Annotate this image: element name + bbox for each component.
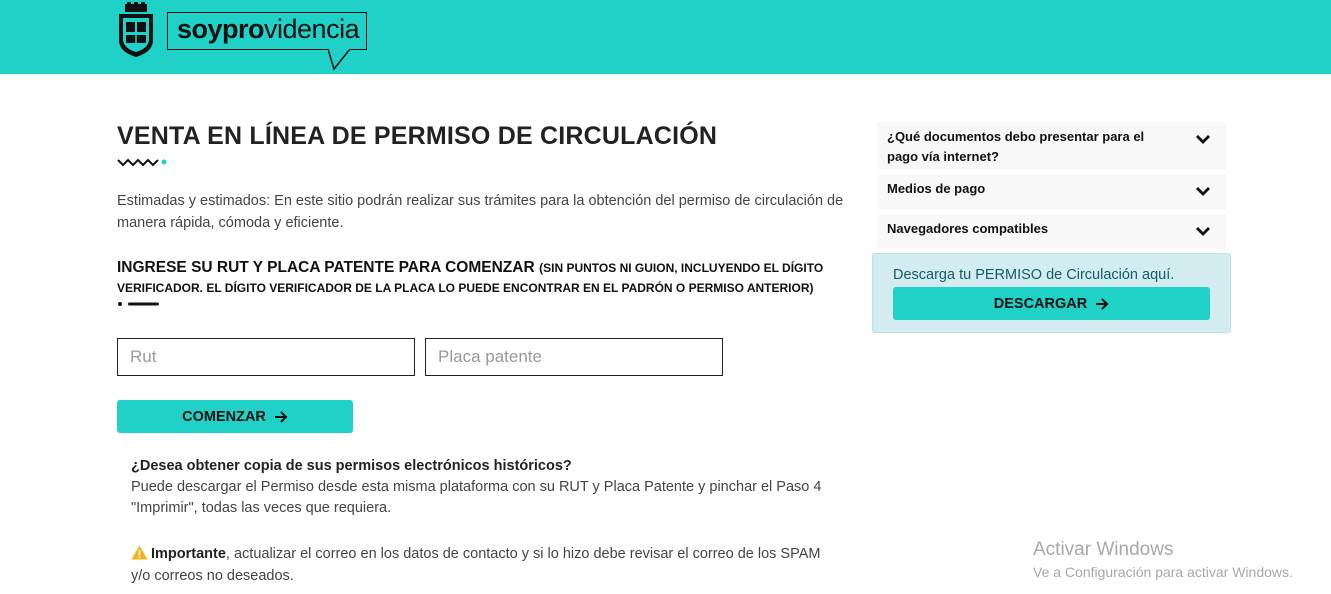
descargar-button[interactable]: DESCARGAR (893, 287, 1210, 320)
title-wave-decoration (117, 158, 167, 167)
history-text: Puede descargar el Permiso desde esta mi… (131, 479, 822, 516)
page-title: VENTA EN LÍNEA DE PERMISO DE CIRCULACIÓN (117, 122, 718, 150)
arrow-right-icon (1096, 297, 1109, 310)
chevron-down-icon[interactable] (1195, 133, 1211, 145)
accordion-label: Navegadores compatibles (887, 221, 1049, 236)
warning-text: , actualizar el correo en los datos de c… (131, 546, 821, 584)
intro-text: Estimadas y estimados: En este sitio pod… (117, 193, 844, 231)
accordion-documentos[interactable]: ¿Qué documentos debo presentar para el p… (877, 122, 1226, 170)
section-title: INGRESE SU RUT Y PLACA PATENTE PARA COME… (117, 258, 847, 298)
comenzar-button-label: COMENZAR (182, 408, 266, 425)
logo-speech-tail (328, 49, 351, 71)
accordion-label: ¿Qué documentos debo presentar para el p… (887, 129, 1145, 164)
warning-icon (131, 545, 148, 560)
logo-text[interactable]: soyprovidencia (177, 14, 360, 45)
accordion-label: Medios de pago (887, 181, 986, 196)
download-panel: Descarga tu PERMISO de Circulación aquí.… (872, 253, 1231, 333)
logo-text-bold: soypro (177, 14, 265, 44)
history-info: ¿Desea obtener copia de sus permisos ele… (131, 456, 831, 519)
chevron-down-icon[interactable] (1195, 185, 1211, 197)
warning-label: Importante (151, 546, 226, 562)
comenzar-button[interactable]: COMENZAR (117, 400, 353, 433)
windows-watermark-title: Activar Windows (1033, 539, 1174, 560)
descargar-button-label: DESCARGAR (993, 295, 1088, 312)
arrow-right-icon (274, 410, 288, 423)
warning-info: Importante, actualizar el correo en los … (131, 543, 831, 587)
section-dots-decoration (118, 302, 159, 306)
download-text: Descarga tu PERMISO de Circulación aquí. (893, 267, 1175, 283)
history-question: ¿Desea obtener copia de sus permisos ele… (131, 458, 572, 474)
rut-input[interactable] (117, 338, 415, 376)
section-title-main: INGRESE SU RUT Y PLACA PATENTE PARA COME… (117, 259, 535, 276)
top-header-bar: soyprovidencia (0, 0, 1331, 74)
accordion-medios-de-pago[interactable]: Medios de pago (877, 174, 1226, 210)
municipal-crest-icon[interactable] (117, 2, 155, 58)
accordion-navegadores[interactable]: Navegadores compatibles (877, 214, 1226, 249)
placa-patente-input[interactable] (425, 338, 723, 376)
logo-text-light: videncia (264, 14, 360, 44)
chevron-down-icon[interactable] (1195, 225, 1211, 237)
windows-watermark-subtitle: Ve a Configuración para activar Windows. (1033, 564, 1293, 580)
